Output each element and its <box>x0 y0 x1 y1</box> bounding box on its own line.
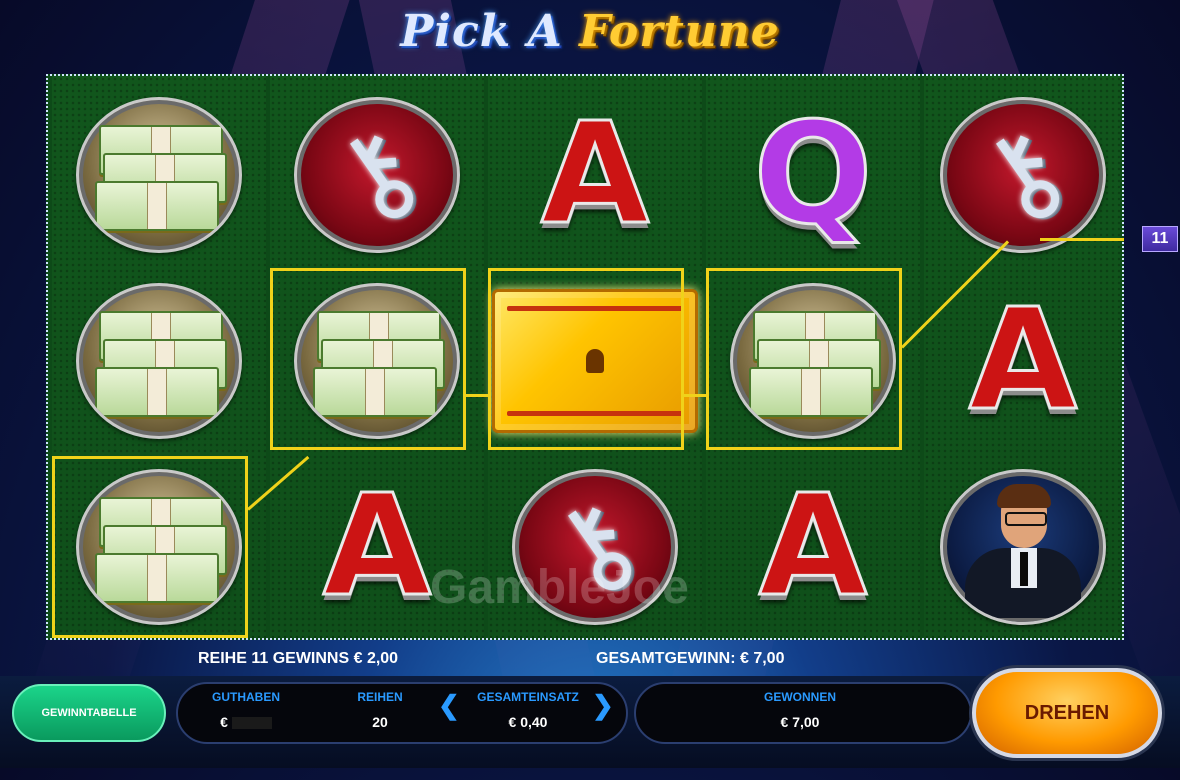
balance-value: € <box>196 714 296 730</box>
logo-text-part1: Pick A <box>400 6 563 57</box>
reels-area: ⚷ A A ⚷ Q A ⚷ A <box>46 74 1124 640</box>
letter-a-text: A <box>539 93 650 256</box>
won-value: € 7,00 <box>780 714 820 730</box>
spin-button[interactable]: DREHEN <box>972 668 1162 758</box>
payline-segment <box>466 394 488 397</box>
increase-bet-arrow-icon[interactable]: ❯ <box>592 690 614 721</box>
watermark: GambleJoe <box>430 561 689 614</box>
letter-a-text: A <box>321 465 432 628</box>
payline-number-badge: 11 <box>1142 226 1178 252</box>
win-frame <box>488 268 684 450</box>
key-icon: ⚷ <box>954 101 1091 249</box>
paytable-button[interactable]: GEWINNTABELLE <box>12 684 166 742</box>
payline-segment <box>684 394 706 397</box>
won-label: GEWONNEN <box>764 690 836 704</box>
lines-value: 20 <box>372 714 388 730</box>
money-stack-symbol <box>66 274 252 448</box>
balance-label: GUTHABEN <box>212 690 280 704</box>
silver-key-symbol: ⚷ <box>930 88 1116 262</box>
total-bet-label: GESAMTEINSATZ <box>477 690 579 704</box>
letter-q-text: Q <box>752 93 874 256</box>
letter-q-symbol: Q <box>720 88 906 262</box>
host-symbol <box>930 460 1116 634</box>
letter-a-symbol: A <box>502 88 688 262</box>
line-win-text: REIHE 11 GEWINNS € 2,00 <box>198 650 399 667</box>
decrease-bet-arrow-icon[interactable]: ❮ <box>438 690 460 721</box>
silver-key-symbol: ⚷ <box>284 88 470 262</box>
win-frame <box>52 456 248 638</box>
balance-mask <box>231 717 272 730</box>
win-frame <box>706 268 902 450</box>
key-icon: ⚷ <box>308 101 445 249</box>
total-bet-value: € 0,40 <box>508 714 548 730</box>
win-frame <box>270 268 466 450</box>
game-logo: Pick A Fortune <box>0 6 1180 57</box>
money-stack-icon <box>76 283 242 439</box>
host-portrait-icon <box>940 469 1106 625</box>
total-win-text: GESAMTGEWINN: € 7,00 <box>596 650 785 667</box>
letter-a-symbol: A <box>720 460 906 634</box>
payline-segment <box>1040 238 1124 241</box>
letter-a-text: A <box>757 465 868 628</box>
logo-text-part2: Fortune <box>579 6 780 57</box>
lines-label: REIHEN <box>357 690 403 704</box>
money-stack-icon <box>76 97 242 253</box>
letter-a-symbol: A <box>930 274 1116 448</box>
money-stack-symbol <box>66 88 252 262</box>
letter-a-text: A <box>967 279 1078 442</box>
reel-5: ⚷ A <box>924 76 1120 638</box>
